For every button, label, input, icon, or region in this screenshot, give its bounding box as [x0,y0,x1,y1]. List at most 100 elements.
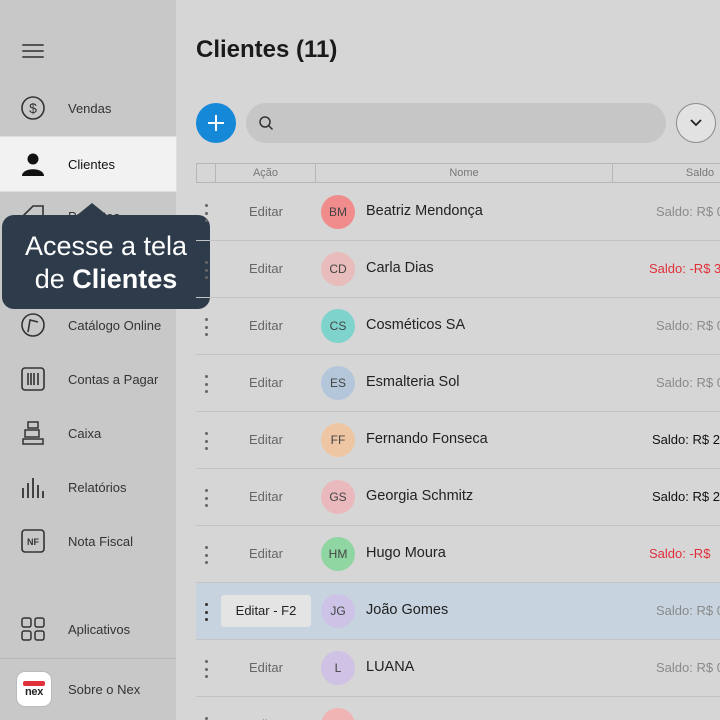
client-balance: Saldo: R$ 0 [656,318,720,333]
tooltip-line1: Acesse a tela [24,231,188,261]
column-header-nome[interactable]: Nome [316,164,613,182]
sidebar-item-label: Caixa [68,425,102,441]
search-icon [259,116,274,131]
client-name[interactable]: Beatriz Mendonça [366,203,483,219]
table-header: Ação Nome Saldo [196,163,720,183]
search-input[interactable] [282,103,652,143]
table-row[interactable]: Editar [196,697,720,720]
table-row[interactable]: Editar CD Carla Dias Saldo: -R$ 3 [196,241,720,298]
edit-button[interactable]: Editar [221,310,311,342]
page-title: Clientes (11) [196,36,338,63]
sidebar-item-caixa[interactable]: Caixa [0,406,176,460]
client-name[interactable]: Fernando Fonseca [366,431,488,447]
sidebar-item-label: Aplicativos [68,621,131,637]
sidebar-item-label: Vendas [68,100,112,116]
apps-grid-icon [21,617,45,641]
client-balance: Saldo: R$ 0 [656,660,720,675]
more-options-icon[interactable] [204,660,208,678]
edit-button[interactable]: Editar [221,652,311,684]
avatar: JG [321,594,355,628]
sidebar-item-label: Relatórios [68,479,127,495]
chevron-down-icon [690,119,702,127]
person-icon [22,153,44,176]
avatar: HM [321,537,355,571]
more-options-icon[interactable] [204,432,208,450]
catalog-icon [21,313,45,337]
sidebar-item-label: Contas a Pagar [68,371,159,387]
client-balance: Saldo: R$ 0 [656,375,720,390]
table-row[interactable]: Editar HM Hugo Moura Saldo: -R$ [196,526,720,583]
edit-button[interactable]: Editar - F2 [221,595,311,627]
edit-button[interactable]: Editar [221,424,311,456]
onboarding-tooltip: Acesse a tela de Clientes [2,203,210,309]
sidebar-item-clientes[interactable]: Clientes [0,137,176,191]
table-row[interactable]: Editar GS Georgia Schmitz Saldo: R$ 2 [196,469,720,526]
add-client-button[interactable] [196,103,236,143]
table-row[interactable]: Editar FF Fernando Fonseca Saldo: R$ 2 [196,412,720,469]
sidebar-item-label: Sobre o Nex [68,681,141,697]
client-name[interactable]: Carla Dias [366,260,434,276]
avatar: FF [321,423,355,457]
edit-button[interactable]: Editar [221,538,311,570]
edit-button[interactable]: Editar [221,196,311,228]
more-options-icon[interactable] [204,375,208,393]
table-row[interactable]: Editar CS Cosméticos SA Saldo: R$ 0 [196,298,720,355]
client-balance: Saldo: R$ 0 [656,204,720,219]
edit-button[interactable]: Editar [221,367,311,399]
plus-icon [208,115,224,131]
edit-button[interactable]: Editar [221,253,311,285]
client-name[interactable]: Esmalteria Sol [366,374,459,390]
client-name[interactable]: Georgia Schmitz [366,488,473,504]
avatar: L [321,651,355,685]
sidebar-item-nota-fiscal[interactable]: NF Nota Fiscal [0,514,176,568]
more-options-icon[interactable] [204,204,208,222]
sidebar-divider [0,658,176,659]
table-row[interactable]: Editar BM Beatriz Mendonça Saldo: R$ 0 [196,184,720,241]
table-row[interactable]: Editar ES Esmalteria Sol Saldo: R$ 0 [196,355,720,412]
sidebar: $ Vendas Clientes Produtos Catálogo Onli… [0,0,176,720]
client-name[interactable]: Cosméticos SA [366,317,465,333]
barcode-icon [21,367,45,391]
table-row[interactable]: Editar L LUANA Saldo: R$ 0 [196,640,720,697]
bar-chart-icon [22,478,44,498]
more-options-icon[interactable] [204,546,208,564]
client-balance: Saldo: R$ 0 [656,603,720,618]
edit-button[interactable]: Editar [221,709,311,720]
hamburger-menu-icon[interactable] [22,44,44,62]
svg-text:$: $ [29,100,37,116]
client-balance: Saldo: R$ 2 [652,489,720,504]
sidebar-item-contas-a-pagar[interactable]: Contas a Pagar [0,352,176,406]
cash-register-icon [22,421,44,445]
nf-icon: NF [21,529,45,553]
sidebar-item-label: Nota Fiscal [68,533,134,549]
tooltip-line2: de Clientes [34,264,178,294]
sidebar-item-relatorios[interactable]: Relatórios [0,460,176,514]
client-name[interactable]: João Gomes [366,602,448,618]
filter-dropdown-button[interactable] [676,103,716,143]
column-header-acao[interactable]: Ação [216,164,316,182]
sidebar-item-aplicativos[interactable]: Aplicativos [0,602,176,656]
nex-logo-text: nex [24,685,44,698]
column-header-saldo[interactable]: Saldo [613,164,720,182]
client-balance: Saldo: -R$ [649,546,711,561]
table-row[interactable]: Editar - F2 JG João Gomes Saldo: R$ 0 [196,583,720,640]
avatar: GS [321,480,355,514]
more-options-icon[interactable] [204,318,208,336]
client-balance: Saldo: -R$ 3 [649,261,720,276]
svg-text:NF: NF [27,537,39,547]
sidebar-item-label: Catálogo Online [68,317,162,333]
sidebar-item-vendas[interactable]: $ Vendas [0,81,176,135]
search-bar [246,103,666,143]
avatar: CS [321,309,355,343]
more-options-icon[interactable] [204,489,208,507]
edit-button[interactable]: Editar [221,481,311,513]
avatar [321,708,355,720]
client-name[interactable]: LUANA [366,659,414,675]
client-name[interactable]: Hugo Moura [366,545,446,561]
client-balance: Saldo: R$ 2 [652,432,720,447]
sidebar-item-label: Clientes [68,156,115,172]
avatar: CD [321,252,355,286]
sidebar-item-sobre[interactable]: nex Sobre o Nex [0,662,176,716]
more-options-icon[interactable] [204,261,208,279]
more-options-icon[interactable] [204,603,208,621]
